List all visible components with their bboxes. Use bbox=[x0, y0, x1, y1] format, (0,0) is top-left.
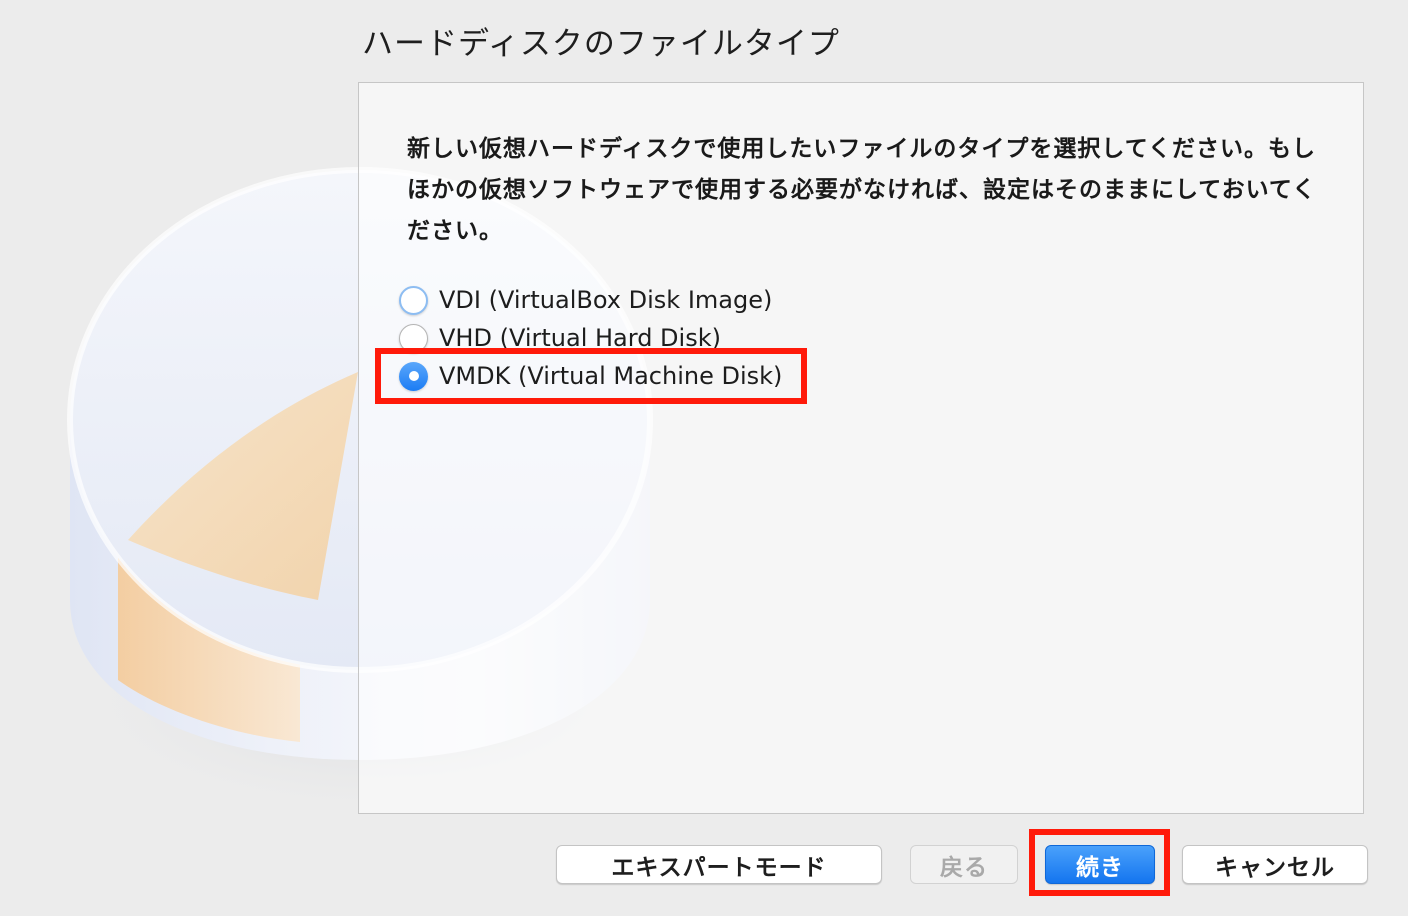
radio-button-vhd[interactable] bbox=[399, 323, 428, 353]
radio-label-vdi: VDI (VirtualBox Disk Image) bbox=[439, 286, 773, 314]
description-text: 新しい仮想ハードディスクで使用したいファイルのタイプを選択してください。もしほか… bbox=[407, 136, 1317, 244]
radio-label-vmdk: VMDK (Virtual Machine Disk) bbox=[439, 362, 783, 390]
radio-label-vhd: VHD (Virtual Hard Disk) bbox=[439, 324, 721, 352]
cancel-button[interactable]: キャンセル bbox=[1182, 845, 1368, 884]
radio-option-vhd[interactable]: VHD (Virtual Hard Disk) bbox=[399, 319, 782, 357]
file-type-radio-group: VDI (VirtualBox Disk Image) VHD (Virtual… bbox=[399, 281, 782, 395]
back-button[interactable]: 戻る bbox=[910, 845, 1018, 884]
content-panel: 新しい仮想ハードディスクで使用したいファイルのタイプを選択してください。もしほか… bbox=[358, 82, 1364, 814]
page-title: ハードディスクのファイルタイプ bbox=[362, 26, 840, 62]
expert-mode-button[interactable]: エキスパートモード bbox=[556, 845, 882, 884]
radio-option-vdi[interactable]: VDI (VirtualBox Disk Image) bbox=[399, 281, 782, 319]
radio-selected-dot bbox=[408, 371, 419, 381]
radio-option-vmdk[interactable]: VMDK (Virtual Machine Disk) bbox=[399, 357, 782, 395]
radio-button-vdi[interactable] bbox=[399, 285, 428, 315]
continue-button[interactable]: 続き bbox=[1045, 845, 1155, 884]
radio-button-vmdk[interactable] bbox=[399, 361, 428, 391]
